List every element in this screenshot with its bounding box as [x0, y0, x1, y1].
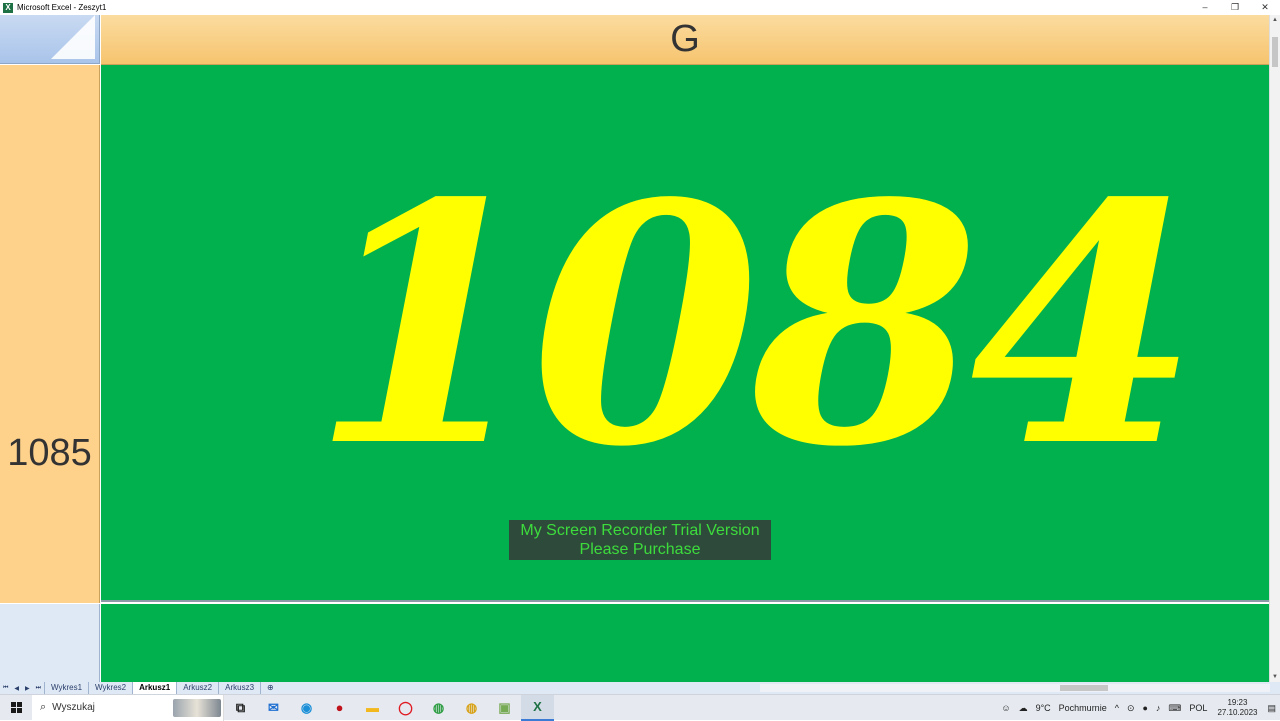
window-controls: – ❐ ✕ — [1190, 0, 1280, 15]
volume-icon[interactable]: ♪ — [1156, 703, 1161, 713]
prev-sheet-icon[interactable]: ◀ — [14, 685, 19, 692]
app-red-icon-glyph: ● — [335, 700, 344, 715]
scroll-down-icon[interactable]: ▼ — [1272, 674, 1279, 680]
watermark-line1: My Screen Recorder Trial Version — [520, 522, 760, 539]
vertical-scroll-thumb[interactable] — [1272, 37, 1278, 67]
select-all-corner[interactable] — [0, 15, 100, 64]
people-icon[interactable]: ☺ — [1001, 703, 1010, 713]
file-explorer-icon[interactable]: ▬ — [356, 695, 389, 721]
tray-chevron-icon[interactable]: ^ — [1115, 703, 1119, 713]
clock-time: 19:23 — [1227, 698, 1248, 707]
horizontal-scrollbar[interactable] — [760, 684, 1270, 692]
horizontal-scroll-thumb[interactable] — [1060, 685, 1108, 691]
taskbar: ⌕ Wyszukaj ⧉ ✉ ◉ ● ▬ ◯ ◍ ◍ ▣ X ☺ ☁ 9°C Pochmurnie… — [0, 694, 1280, 721]
windows-logo-icon — [10, 702, 22, 713]
column-header-g[interactable]: G — [101, 15, 1269, 65]
sheet-tab-wykres1[interactable]: Wykres1 — [44, 682, 88, 694]
weather-icon[interactable]: ☁ — [1019, 703, 1028, 714]
clock[interactable]: 19:23 27.10.2023 — [1217, 698, 1257, 718]
next-sheet-icon[interactable]: ▶ — [25, 685, 30, 692]
taskbar-search[interactable]: ⌕ Wyszukaj — [32, 694, 224, 721]
taskbar-apps: ⧉ ✉ ◉ ● ▬ ◯ ◍ ◍ ▣ X — [224, 694, 554, 721]
network-icon[interactable]: ⊙ — [1127, 703, 1135, 714]
vertical-scrollbar[interactable]: ▲ ▼ — [1269, 15, 1280, 682]
active-cell[interactable]: 1084 My Screen Recorder Trial Version Pl… — [101, 65, 1269, 602]
row-header-next[interactable] — [0, 604, 100, 682]
scroll-up-icon[interactable]: ▲ — [1272, 17, 1279, 23]
chrome-profile-icon[interactable]: ◍ — [455, 695, 488, 721]
last-sheet-icon[interactable]: ⏭ — [36, 685, 41, 692]
sheet-tab-wykres2[interactable]: Wykres2 — [88, 682, 132, 694]
sheet-tab-arkusz2[interactable]: Arkusz2 — [176, 682, 218, 694]
mic-icon[interactable]: ● — [1142, 703, 1147, 713]
chrome-icon[interactable]: ◍ — [422, 695, 455, 721]
search-icon: ⌕ — [40, 701, 47, 713]
system-tray: ☺ ☁ 9°C Pochmurnie ^ ⊙ ● ♪ ⌨ POL 19:23 2… — [997, 695, 1280, 721]
weather-temp[interactable]: 9°C — [1036, 703, 1051, 713]
weather-text[interactable]: Pochmurnie — [1059, 703, 1107, 713]
watermark-line2: Please Purchase — [579, 541, 701, 558]
snip-icon-glyph: ▣ — [498, 699, 511, 715]
excel-icon-glyph: X — [533, 699, 542, 714]
restore-button[interactable]: ❐ — [1220, 0, 1250, 15]
sheet-tab-arkusz3[interactable]: Arkusz3 — [218, 682, 260, 694]
sheet-tab-arkusz1[interactable]: Arkusz1 — [132, 682, 177, 694]
sheet-nav-buttons: ⏮ ◀ ▶ ⏭ — [0, 685, 44, 692]
chrome-icon-glyph: ◍ — [432, 699, 445, 715]
opera-icon[interactable]: ◯ — [389, 695, 422, 721]
app-red-icon[interactable]: ● — [323, 695, 356, 721]
minimize-button[interactable]: – — [1190, 0, 1220, 15]
task-view-icon-glyph: ⧉ — [235, 699, 246, 715]
recorder-watermark: My Screen Recorder Trial Version Please … — [509, 520, 771, 560]
snip-icon[interactable]: ▣ — [488, 695, 521, 721]
language-indicator[interactable]: POL — [1189, 703, 1207, 713]
edge-icon[interactable]: ◉ — [290, 695, 323, 721]
mail-icon-glyph: ✉ — [268, 699, 279, 715]
window-title: Microsoft Excel - Zeszyt1 — [17, 3, 107, 12]
edge-icon-glyph: ◉ — [300, 699, 313, 715]
close-button[interactable]: ✕ — [1250, 0, 1280, 15]
search-placeholder: Wyszukaj — [52, 702, 95, 713]
clock-date: 27.10.2023 — [1217, 708, 1258, 717]
first-sheet-icon[interactable]: ⏮ — [3, 685, 8, 692]
start-button[interactable] — [0, 695, 32, 721]
row-header-1085[interactable]: 1085 — [0, 65, 100, 603]
insert-sheet-icon[interactable]: ⊕ — [260, 682, 280, 694]
task-view-icon[interactable]: ⧉ — [224, 695, 257, 721]
next-row-cell[interactable] — [101, 604, 1269, 682]
mail-icon[interactable]: ✉ — [257, 695, 290, 721]
excel-app-icon: X — [3, 2, 13, 13]
notifications-icon[interactable]: ▤ — [1267, 703, 1276, 714]
search-highlight-image — [173, 698, 221, 717]
excel-icon[interactable]: X — [521, 694, 554, 721]
file-explorer-icon-glyph: ▬ — [366, 700, 379, 715]
chrome-profile-icon-glyph: ◍ — [465, 699, 478, 715]
cell-value: 1084 — [311, 131, 1199, 519]
opera-icon-glyph: ◯ — [398, 699, 413, 715]
keyboard-icon[interactable]: ⌨ — [1168, 703, 1181, 714]
title-bar: X Microsoft Excel - Zeszyt1 – ❐ ✕ — [0, 0, 1280, 15]
select-all-triangle-icon — [51, 15, 95, 59]
